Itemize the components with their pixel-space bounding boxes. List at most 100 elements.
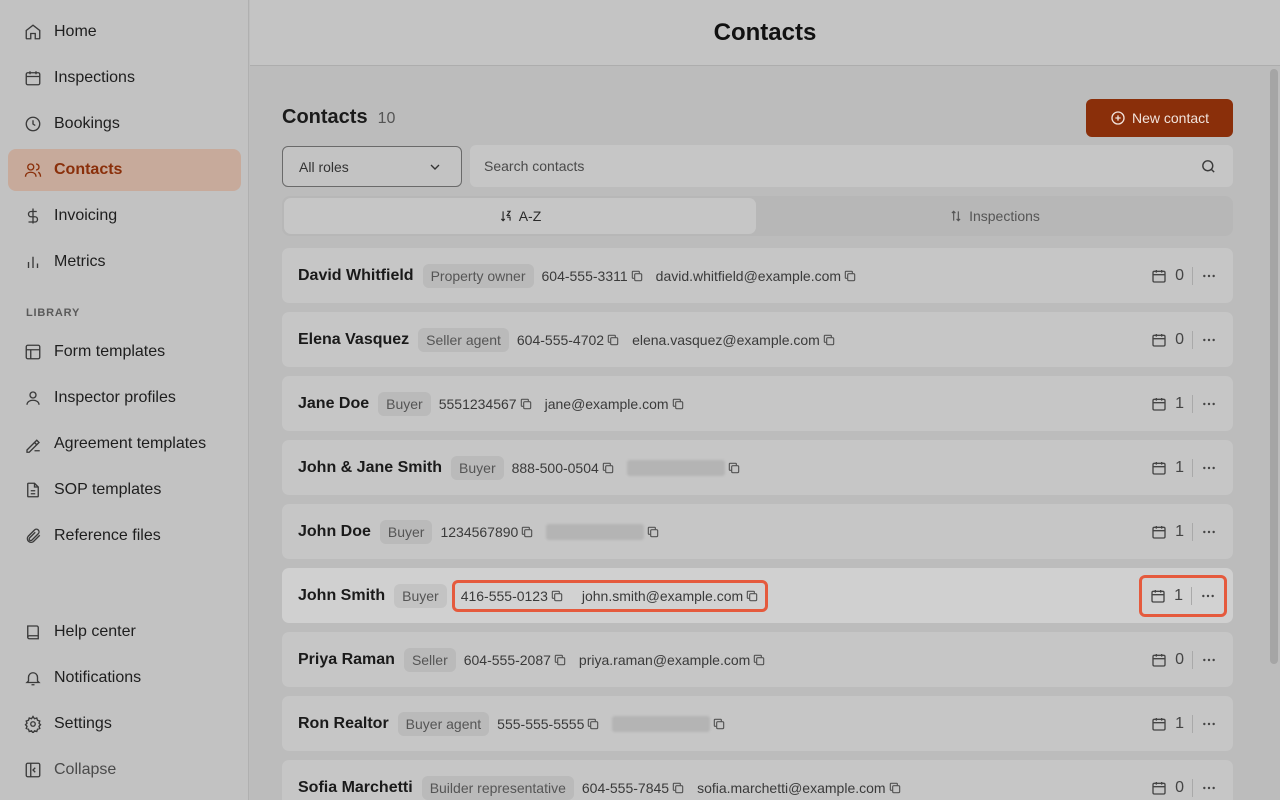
copy-icon[interactable] (646, 525, 660, 539)
contact-row[interactable]: Priya Raman Seller 604-555-2087 priya.ra… (282, 632, 1233, 687)
contact-name[interactable]: John & Jane Smith (298, 459, 442, 477)
contact-email: sofia.marchetti@example.com (697, 780, 902, 796)
copy-icon[interactable] (843, 269, 857, 283)
sidebar-item-form-templates[interactable]: Form templates (8, 331, 241, 373)
sidebar-item-reference-files[interactable]: Reference files (8, 515, 241, 557)
row-actions: 0 (1151, 312, 1217, 367)
sidebar-item-metrics[interactable]: Metrics (8, 241, 241, 283)
dollar-icon (24, 207, 42, 225)
search-input[interactable]: Search contacts (470, 145, 1233, 187)
contact-phone: 604-555-2087 (464, 652, 567, 668)
sidebar-item-inspections[interactable]: Inspections (8, 57, 241, 99)
contact-row[interactable]: Jane Doe Buyer 5551234567 jane@example.c… (282, 376, 1233, 431)
sidebar-item-sop-templates[interactable]: SOP templates (8, 469, 241, 511)
row-actions: 1 (1151, 504, 1217, 559)
contact-name[interactable]: Jane Doe (298, 395, 369, 413)
copy-icon[interactable] (520, 525, 534, 539)
copy-icon[interactable] (519, 397, 533, 411)
copy-icon[interactable] (586, 717, 600, 731)
sidebar-item-help-center[interactable]: Help center (8, 611, 241, 653)
row-actions: 0 (1151, 248, 1217, 303)
more-options-icon[interactable] (1201, 524, 1217, 540)
user-icon (24, 389, 42, 407)
paperclip-icon (24, 527, 42, 545)
copy-icon[interactable] (671, 397, 685, 411)
phone-text: 604-555-4702 (516, 331, 605, 348)
contact-row[interactable]: John Doe Buyer 1234567890 1 (282, 504, 1233, 559)
contact-row[interactable]: Elena Vasquez Seller agent 604-555-4702 … (282, 312, 1233, 367)
more-options-icon[interactable] (1201, 780, 1217, 796)
home-icon (24, 23, 42, 41)
search-icon[interactable] (1200, 158, 1217, 175)
sidebar-collapse-icon (24, 761, 42, 779)
roles-select[interactable]: All roles (282, 146, 462, 187)
divider (1192, 522, 1193, 541)
email-text: david.whitfield@example.com (655, 267, 842, 284)
sidebar-item-collapse[interactable]: Collapse (8, 749, 241, 791)
contact-name[interactable]: David Whitfield (298, 267, 414, 285)
contact-row[interactable]: David Whitfield Property owner 604-555-3… (282, 248, 1233, 303)
copy-icon[interactable] (822, 333, 836, 347)
contact-name[interactable]: Ron Realtor (298, 715, 389, 733)
phone-text: 604-555-7845 (581, 779, 670, 796)
sidebar-item-agreement-templates[interactable]: Agreement templates (8, 423, 241, 465)
more-options-icon[interactable] (1201, 268, 1217, 284)
contact-role-badge: Buyer (378, 391, 431, 416)
copy-icon[interactable] (671, 781, 685, 795)
library-section-label: LIBRARY (26, 307, 81, 319)
inspection-count: 1 (1175, 714, 1184, 732)
email-text: john.smith@example.com (581, 587, 744, 604)
email-text: jane@example.com (544, 395, 669, 412)
more-options-icon[interactable] (1201, 716, 1217, 732)
contact-row[interactable]: John & Jane Smith Buyer 888-500-0504 1 (282, 440, 1233, 495)
calendar-icon (1151, 780, 1167, 796)
sidebar-item-label: Inspector profiles (54, 389, 176, 406)
tab-label: A-Z (518, 208, 542, 224)
tab-sort-a-z[interactable]: A-Z (284, 198, 756, 234)
copy-icon[interactable] (752, 653, 766, 667)
contact-email (546, 523, 660, 540)
new-contact-button[interactable]: New contact (1086, 99, 1233, 137)
sidebar-item-contacts[interactable]: Contacts (8, 149, 241, 191)
sidebar-item-home[interactable]: Home (8, 11, 241, 53)
copy-icon[interactable] (745, 589, 759, 603)
sidebar-item-label: Home (54, 23, 97, 40)
divider (1192, 778, 1193, 797)
redacted-email (612, 715, 711, 732)
more-options-icon[interactable] (1201, 652, 1217, 668)
divider (1191, 586, 1192, 605)
copy-icon[interactable] (727, 461, 741, 475)
contact-name[interactable]: Elena Vasquez (298, 331, 409, 349)
contact-email: john.smith@example.com (582, 588, 759, 604)
contact-row-highlighted[interactable]: John Smith Buyer 416-555-0123 john.smith… (282, 568, 1233, 623)
copy-icon[interactable] (550, 589, 564, 603)
sidebar-item-settings[interactable]: Settings (8, 703, 241, 745)
sidebar-item-inspector-profiles[interactable]: Inspector profiles (8, 377, 241, 419)
contact-name[interactable]: John Doe (298, 523, 371, 541)
copy-icon[interactable] (888, 781, 902, 795)
more-options-icon[interactable] (1200, 588, 1216, 604)
copy-icon[interactable] (630, 269, 644, 283)
contact-row[interactable]: Sofia Marchetti Builder representative 6… (282, 760, 1233, 800)
bell-icon (24, 669, 42, 687)
divider (1192, 394, 1193, 413)
copy-icon[interactable] (553, 653, 567, 667)
tab-sort-inspections[interactable]: Inspections (758, 198, 1231, 234)
more-options-icon[interactable] (1201, 332, 1217, 348)
more-options-icon[interactable] (1201, 460, 1217, 476)
sidebar-item-invoicing[interactable]: Invoicing (8, 195, 241, 237)
copy-icon[interactable] (601, 461, 615, 475)
contact-row[interactable]: Ron Realtor Buyer agent 555-555-5555 1 (282, 696, 1233, 751)
contact-name[interactable]: Sofia Marchetti (298, 779, 413, 797)
sidebar-item-notifications[interactable]: Notifications (8, 657, 241, 699)
sidebar-item-bookings[interactable]: Bookings (8, 103, 241, 145)
contact-name[interactable]: Priya Raman (298, 651, 395, 669)
sidebar-item-label: Bookings (54, 115, 120, 132)
sort-az-icon (499, 209, 513, 223)
copy-icon[interactable] (712, 717, 726, 731)
scrollbar[interactable] (1270, 69, 1278, 664)
gear-icon (24, 715, 42, 733)
more-options-icon[interactable] (1201, 396, 1217, 412)
contact-name[interactable]: John Smith (298, 587, 385, 605)
copy-icon[interactable] (606, 333, 620, 347)
